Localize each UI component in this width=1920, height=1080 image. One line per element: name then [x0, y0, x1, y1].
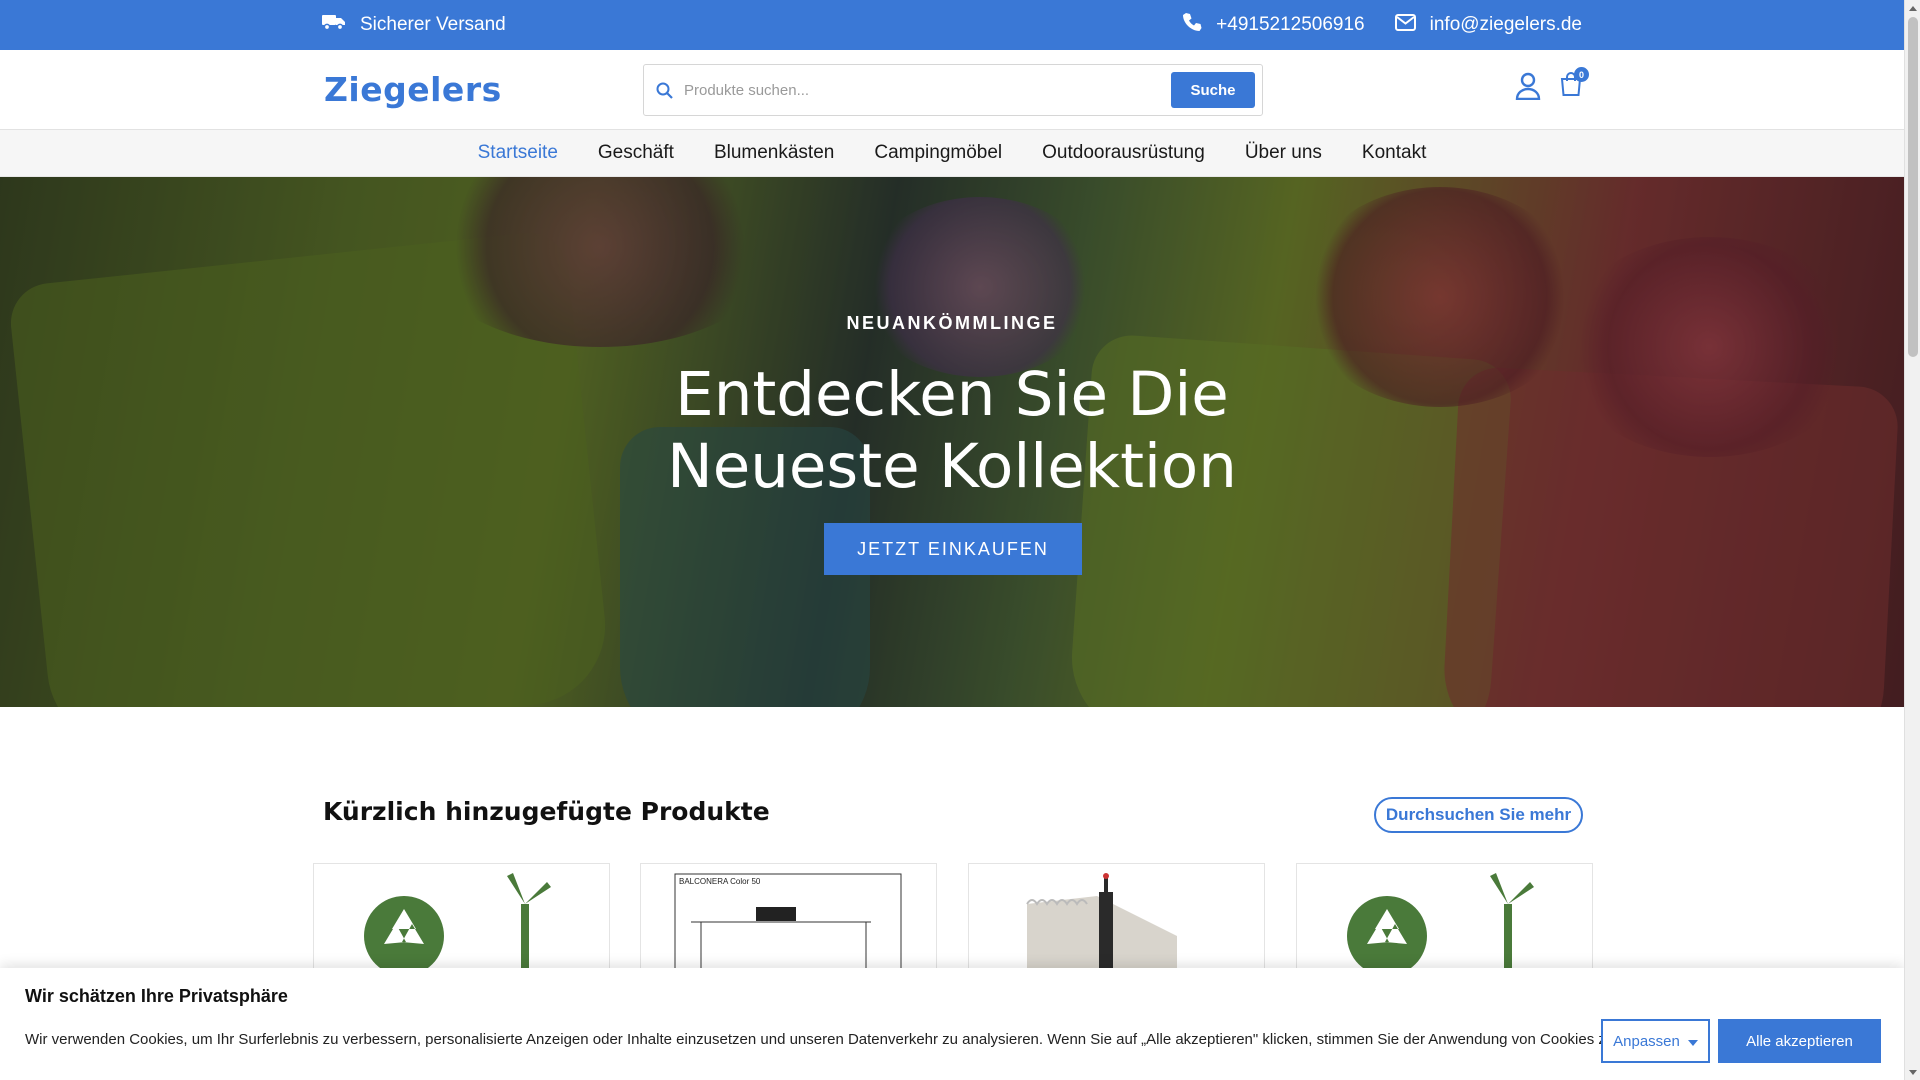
nav-item-outdoorausruestung[interactable]: Outdoorausrüstung	[1042, 142, 1205, 164]
shop-now-button[interactable]: JETZT EINKAUFEN	[824, 523, 1082, 575]
nav-item-ueber-uns[interactable]: Über uns	[1245, 142, 1322, 164]
nav-item-startseite[interactable]: Startseite	[478, 142, 558, 164]
caret-down-icon	[1687, 1033, 1698, 1050]
search-button[interactable]: Suche	[1171, 72, 1255, 108]
hero-content: NEUANKÖMMLINGE Entdecken Sie Die Neueste…	[0, 177, 1904, 707]
nav-item-blumenkaesten[interactable]: Blumenkästen	[714, 142, 834, 164]
email-link[interactable]: info@ziegelers.de	[1394, 13, 1582, 37]
site-logo[interactable]: Ziegelers	[324, 70, 502, 109]
product-search: Suche	[643, 64, 1263, 116]
hero-banner: NEUANKÖMMLINGE Entdecken Sie Die Neueste…	[0, 177, 1904, 707]
hero-headline-line1: Entdecken Sie Die	[675, 359, 1229, 430]
scroll-up-arrow-icon[interactable]	[1905, 0, 1920, 16]
hero-kicker: NEUANKÖMMLINGE	[846, 313, 1058, 333]
user-icon[interactable]	[1515, 72, 1541, 105]
phone-icon	[1182, 12, 1202, 38]
email-address: info@ziegelers.de	[1429, 14, 1582, 35]
phone-number: +4915212506916	[1216, 14, 1365, 35]
truck-icon	[322, 12, 346, 38]
product-card[interactable]	[968, 863, 1265, 973]
product-grid: BALCONERA Color 50	[313, 863, 1593, 973]
balconera-image-label: BALCONERA Color 50	[679, 877, 761, 886]
nav-item-geschaeft[interactable]: Geschäft	[598, 142, 674, 164]
nav-item-campingmoebel[interactable]: Campingmöbel	[874, 142, 1002, 164]
product-card[interactable]	[313, 863, 610, 973]
accept-all-cookies-button[interactable]: Alle akzeptieren	[1718, 1019, 1881, 1063]
cart-count-badge: 0	[1574, 67, 1589, 82]
page-scrollbar[interactable]	[1904, 0, 1920, 1080]
browse-more-button[interactable]: Durchsuchen Sie mehr	[1374, 797, 1583, 833]
balconera-diagram-image: BALCONERA Color 50	[674, 873, 902, 972]
secure-shipping-info: Sicherer Versand	[322, 12, 506, 38]
site-header: Ziegelers Suche 0	[0, 50, 1904, 130]
envelope-icon	[1394, 13, 1416, 37]
planter-box-image	[1026, 873, 1177, 972]
phone-link[interactable]: +4915212506916	[1182, 12, 1365, 38]
customize-label: Anpassen	[1613, 1032, 1680, 1050]
recycle-windmill-image	[1347, 873, 1534, 972]
secure-shipping-label: Sicherer Versand	[360, 14, 506, 35]
customize-cookies-button[interactable]: Anpassen	[1601, 1019, 1710, 1063]
recycle-windmill-image	[364, 873, 551, 972]
cart-icon	[1560, 72, 1582, 100]
recent-products-title: Kürzlich hinzugefügte Produkte	[323, 797, 770, 826]
top-info-bar: Sicherer Versand +4915212506916 info@zie…	[0, 0, 1904, 50]
search-icon	[644, 82, 684, 99]
product-card[interactable]	[1296, 863, 1593, 973]
nav-item-kontakt[interactable]: Kontakt	[1362, 142, 1426, 164]
main-navigation: Startseite Geschäft Blumenkästen Camping…	[0, 130, 1904, 177]
cookie-text: Wir verwenden Cookies, um Ihr Surferlebn…	[25, 1031, 1619, 1048]
scroll-down-arrow-icon[interactable]	[1905, 1064, 1920, 1080]
cookie-consent-banner: Wir schätzen Ihre Privatsphäre Wir verwe…	[0, 968, 1904, 1080]
cookie-title: Wir schätzen Ihre Privatsphäre	[25, 986, 288, 1006]
hero-headline-line2: Neueste Kollektion	[667, 431, 1237, 502]
scrollbar-thumb[interactable]	[1908, 17, 1918, 357]
cart-button[interactable]: 0	[1560, 67, 1589, 101]
hero-headline: Entdecken Sie Die Neueste Kollektion	[0, 359, 1904, 503]
search-input[interactable]	[684, 81, 1171, 99]
product-card[interactable]: BALCONERA Color 50	[640, 863, 937, 973]
